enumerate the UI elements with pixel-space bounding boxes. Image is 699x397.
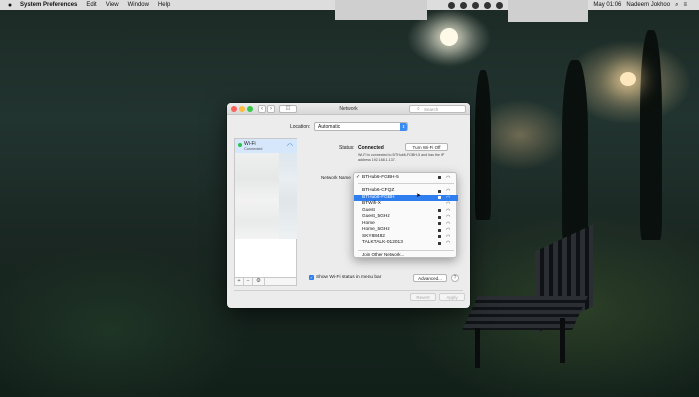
lock-icon [438, 228, 441, 232]
lock-icon [438, 215, 441, 219]
lock-icon [438, 189, 441, 193]
apple-menu-icon[interactable]: ● [6, 1, 14, 9]
search-field[interactable]: ⌕ Search [409, 105, 466, 113]
join-other-network-item[interactable]: Join Other Network... [362, 252, 404, 257]
lock-icon [438, 241, 441, 245]
network-menu-item[interactable]: ✓ BTHub6-FGBH-5 ◠ [354, 175, 458, 182]
service-list-toolbar: + − ⚙ [234, 278, 297, 286]
redacted-block [508, 0, 588, 22]
status-value: Connected [358, 145, 384, 151]
search-placeholder: Search [424, 107, 439, 112]
volume-icon[interactable] [484, 1, 492, 9]
lock-icon [438, 222, 441, 225]
network-preferences-window: ‹ › ⁞⁞⁞ Network ⌕ Search Location: Autom… [227, 103, 470, 308]
remove-service-button[interactable]: − [244, 278, 253, 285]
gear-icon[interactable]: ⚙ [253, 278, 265, 285]
clock[interactable]: May 01:06 [593, 2, 621, 8]
redacted-block [335, 0, 427, 20]
window-titlebar: ‹ › ⁞⁞⁞ Network ⌕ Search [227, 103, 470, 115]
location-label: Location: [290, 124, 311, 130]
divider [234, 290, 463, 291]
search-icon[interactable]: ⌕ [675, 2, 678, 9]
network-menu-item[interactable]: TALKTALK-012013 ◠ [354, 240, 458, 247]
service-item-wifi[interactable]: Wi-Fi Connected ◠ [235, 139, 297, 153]
bluetooth-icon[interactable] [496, 1, 504, 9]
wifi-icon: ◠ [286, 143, 293, 150]
tree-trunk [475, 70, 491, 220]
revert-button[interactable]: Revert [410, 293, 436, 301]
lock-icon [438, 235, 441, 238]
mouse-cursor-icon: ➤ [416, 193, 422, 199]
apply-button[interactable]: Apply [439, 293, 465, 301]
location-value: Automatic [318, 124, 341, 130]
notification-center-icon[interactable]: ≡ [683, 2, 687, 8]
bench-leg [475, 328, 480, 368]
network-name-menu: ✓ BTHub6-FGBH-5 ◠ BTHub6-CFQZ ◠ BTHub6-F… [353, 172, 458, 258]
wifi-status-icon[interactable] [472, 1, 480, 9]
chevron-updown-icon: ⇕ [400, 123, 407, 131]
advanced-button[interactable]: Advanced... [413, 274, 447, 282]
service-status: Connected [244, 147, 263, 151]
lock-icon [438, 196, 441, 199]
menu-view[interactable]: View [106, 2, 119, 8]
status-description: Wi-Fi is connected to BTHub6-FGBH-5 and … [358, 153, 445, 162]
connected-status-dot [238, 143, 242, 147]
help-button[interactable]: ? [451, 274, 459, 282]
status-icon[interactable] [448, 1, 456, 9]
bench-leg [560, 318, 565, 363]
checkmark-icon: ✓ [356, 174, 361, 180]
user-name[interactable]: Nadeem Jokhoo [626, 2, 670, 8]
wifi-signal-icon: ◠ [446, 174, 451, 181]
blurred-service-icon [279, 153, 297, 239]
show-wifi-status-checkbox[interactable]: ✓ [309, 275, 314, 280]
bench-seat [462, 296, 588, 330]
service-list: Wi-Fi Connected ◠ [234, 138, 297, 278]
add-service-button[interactable]: + [235, 278, 244, 285]
status-label: Status: [339, 145, 355, 151]
menu-edit[interactable]: Edit [86, 2, 96, 8]
tree-trunk [562, 60, 588, 245]
menu-separator [358, 250, 454, 251]
lock-icon [438, 176, 441, 179]
turn-wifi-off-button[interactable]: Turn Wi-Fi Off [405, 143, 448, 151]
menu-separator [358, 183, 454, 184]
location-select[interactable]: Automatic ⇕ [314, 122, 408, 131]
status-icon[interactable] [460, 1, 468, 9]
blurred-service-item [235, 153, 279, 239]
menu-window[interactable]: Window [128, 2, 149, 8]
menu-app-name[interactable]: System Preferences [20, 2, 77, 8]
lock-icon [438, 209, 441, 212]
wifi-signal-icon: ◠ [446, 240, 451, 246]
lamp-light [620, 72, 636, 86]
menu-help[interactable]: Help [158, 2, 170, 8]
show-wifi-status-label: Show Wi-Fi status in menu bar [316, 275, 382, 280]
tree-trunk [640, 30, 662, 240]
network-name: TALKTALK-012013 [362, 240, 403, 245]
network-name: BTHub6-FGBH-5 [362, 174, 399, 180]
network-name-label: Network Name [321, 175, 351, 180]
lamp-light [440, 28, 458, 46]
search-icon: ⌕ [417, 106, 420, 112]
